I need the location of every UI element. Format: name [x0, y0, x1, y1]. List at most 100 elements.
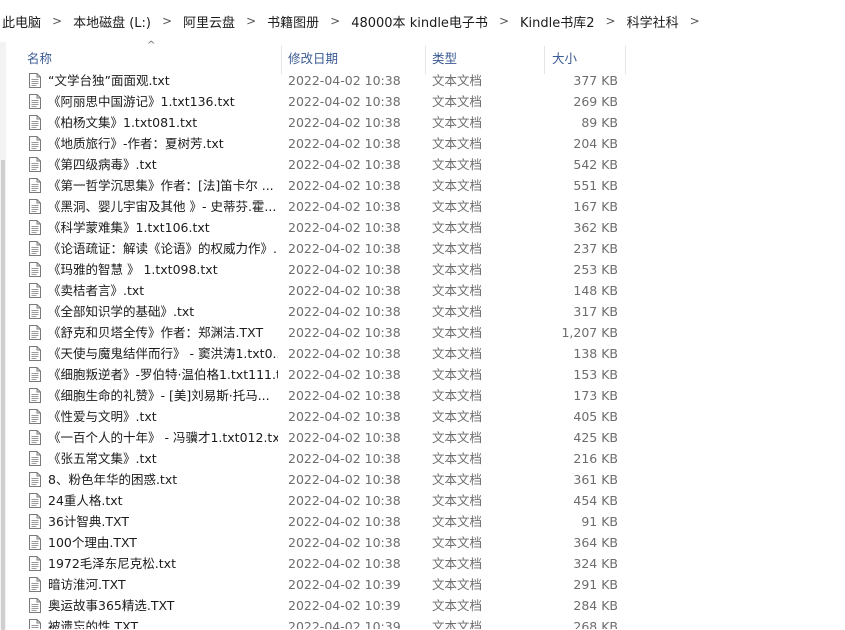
file-name: 《细胞生命的礼赞》- [美]刘易斯·托马... [48, 388, 270, 403]
file-row[interactable]: 《黑洞、婴儿宇宙及其他 》- 史蒂芬.霍... 2022-04-02 10:38 文… [0, 196, 845, 217]
text-file-icon [29, 73, 41, 88]
text-file-icon [29, 220, 41, 235]
text-file-icon [29, 262, 41, 277]
file-modified-date: 2022-04-02 10:38 [288, 367, 401, 382]
text-file-icon [29, 451, 41, 466]
breadcrumb-chevron-icon[interactable]: > [499, 14, 509, 28]
file-row[interactable]: 《天使与魔鬼结伴而行》 - 窦洪涛1.txt0... 2022-04-02 10:… [0, 343, 845, 364]
file-row[interactable]: 36计智典.TXT 2022-04-02 10:38 文本文档 91 KB [0, 511, 845, 532]
file-row[interactable]: 《全部知识学的基础》.txt 2022-04-02 10:38 文本文档 317 KB [0, 301, 845, 322]
file-type: 文本文档 [432, 241, 483, 256]
file-row[interactable]: 《柏杨文集》1.txt081.txt 2022-04-02 10:38 文本文档 89… [0, 112, 845, 133]
file-row[interactable]: 《阿丽思中国游记》1.txt136.txt 2022-04-02 10:38 文本文… [0, 91, 845, 112]
breadcrumb-item[interactable]: 48000本 kindle电子书 [351, 12, 488, 31]
column-header-size[interactable]: 大小 [552, 50, 577, 68]
file-modified-date: 2022-04-02 10:38 [288, 472, 401, 487]
column-header-type[interactable]: 类型 [432, 50, 457, 68]
file-row[interactable]: 《第一哲学沉思集》作者：[法]笛卡尔 ... 2022-04-02 10:38 文本… [0, 175, 845, 196]
file-type: 文本文档 [432, 556, 483, 571]
file-type: 文本文档 [432, 73, 483, 88]
breadcrumb-item[interactable]: 书籍图册 [267, 12, 319, 31]
breadcrumb-item[interactable]: Kindle书库2 [520, 12, 595, 31]
file-name: 《阿丽思中国游记》1.txt136.txt [48, 94, 235, 109]
file-row[interactable]: 《论语疏证：解读《论语》的权威力作》... 2022-04-02 10:38 文本文… [0, 238, 845, 259]
file-name: 《柏杨文集》1.txt081.txt [48, 115, 198, 130]
file-row[interactable]: 《一百个人的十年》 - 冯骥才1.txt012.txt 2022-04-02 10… [0, 427, 845, 448]
breadcrumb-item[interactable]: 科学社科 [627, 12, 679, 31]
column-header-modified[interactable]: 修改日期 [288, 50, 338, 68]
file-row[interactable]: 《第四级病毒》.txt 2022-04-02 10:38 文本文档 542 KB [0, 154, 845, 175]
breadcrumb-chevron-icon[interactable]: > [606, 14, 616, 28]
file-modified-date: 2022-04-02 10:38 [288, 115, 401, 130]
file-type: 文本文档 [432, 283, 483, 298]
file-row[interactable]: 《张五常文集》.txt 2022-04-02 10:38 文本文档 216 KB [0, 448, 845, 469]
breadcrumb-item[interactable]: 此电脑 [2, 12, 41, 31]
file-type: 文本文档 [432, 493, 483, 508]
file-modified-date: 2022-04-02 10:38 [288, 199, 401, 214]
file-size: 361 KB [573, 472, 618, 487]
file-row[interactable]: 被遗忘的性.TXT 2022-04-02 10:39 文本文档 268 KB [0, 616, 845, 629]
file-row[interactable]: 《地质旅行》-作者：夏树芳.txt 2022-04-02 10:38 文本文档 204… [0, 133, 845, 154]
text-file-icon [29, 493, 41, 508]
breadcrumb-item[interactable]: 阿里云盘 [183, 12, 235, 31]
file-row[interactable]: 《科学蒙难集》1.txt106.txt 2022-04-02 10:38 文本文档 3… [0, 217, 845, 238]
file-size: 542 KB [573, 157, 618, 172]
file-type: 文本文档 [432, 94, 483, 109]
file-modified-date: 2022-04-02 10:38 [288, 283, 401, 298]
file-type: 文本文档 [432, 325, 483, 340]
file-name: 《第四级病毒》.txt [48, 157, 157, 172]
file-modified-date: 2022-04-02 10:38 [288, 388, 401, 403]
file-type: 文本文档 [432, 619, 483, 629]
file-size: 324 KB [573, 556, 618, 571]
file-name: 暗访淮河.TXT [48, 577, 126, 592]
file-name: “文学台独”面面观.txt [48, 73, 170, 88]
file-type: 文本文档 [432, 157, 483, 172]
file-modified-date: 2022-04-02 10:38 [288, 514, 401, 529]
file-row[interactable]: 1972毛泽东尼克松.txt 2022-04-02 10:38 文本文档 324 KB [0, 553, 845, 574]
file-row[interactable]: 《玛雅的智慧 》 1.txt098.txt 2022-04-02 10:38 文本文… [0, 259, 845, 280]
file-size: 153 KB [573, 367, 618, 382]
column-header-name[interactable]: 名称 [27, 50, 52, 68]
file-size: 317 KB [573, 304, 618, 319]
breadcrumb-chevron-icon[interactable]: > [52, 14, 62, 28]
file-type: 文本文档 [432, 178, 483, 193]
breadcrumb-chevron-icon[interactable]: > [690, 14, 700, 28]
file-size: 284 KB [573, 598, 618, 613]
file-row[interactable]: 8、粉色年华的困惑.txt 2022-04-02 10:38 文本文档 361 KB [0, 469, 845, 490]
file-name: 《细胞叛逆者》-罗伯特·温伯格1.txt111.txt [48, 367, 278, 382]
file-type: 文本文档 [432, 514, 483, 529]
sort-ascending-icon: ^ [147, 40, 156, 51]
file-type: 文本文档 [432, 262, 483, 277]
file-row[interactable]: 奥运故事365精选.TXT 2022-04-02 10:39 文本文档 284 KB [0, 595, 845, 616]
file-row[interactable]: 《细胞叛逆者》-罗伯特·温伯格1.txt111.txt 2022-04-02 10… [0, 364, 845, 385]
file-name: 36计智典.TXT [48, 514, 129, 529]
file-name: 1972毛泽东尼克松.txt [48, 556, 176, 571]
file-modified-date: 2022-04-02 10:38 [288, 346, 401, 361]
breadcrumb-chevron-icon[interactable]: > [330, 14, 340, 28]
file-name: 100个理由.TXT [48, 535, 137, 550]
file-name: 《性爱与文明》.txt [48, 409, 157, 424]
file-size: 362 KB [573, 220, 618, 235]
file-modified-date: 2022-04-02 10:38 [288, 220, 401, 235]
file-row[interactable]: 《性爱与文明》.txt 2022-04-02 10:38 文本文档 405 KB [0, 406, 845, 427]
file-row[interactable]: 《卖桔者言》.txt 2022-04-02 10:38 文本文档 148 KB [0, 280, 845, 301]
file-row[interactable]: 100个理由.TXT 2022-04-02 10:38 文本文档 364 KB [0, 532, 845, 553]
file-name: 被遗忘的性.TXT [48, 619, 139, 629]
file-row[interactable]: “文学台独”面面观.txt 2022-04-02 10:38 文本文档 377 KB [0, 70, 845, 91]
file-type: 文本文档 [432, 577, 483, 592]
file-row[interactable]: 暗访淮河.TXT 2022-04-02 10:39 文本文档 291 KB [0, 574, 845, 595]
file-name: 《全部知识学的基础》.txt [48, 304, 195, 319]
breadcrumb-chevron-icon[interactable]: > [246, 14, 256, 28]
breadcrumb-item[interactable]: 本地磁盘 (L:) [73, 12, 151, 31]
file-row[interactable]: 《细胞生命的礼赞》- [美]刘易斯·托马... 2022-04-02 10:38 文… [0, 385, 845, 406]
file-name: 《一百个人的十年》 - 冯骥才1.txt012.txt [48, 430, 278, 445]
file-name: 《论语疏证：解读《论语》的权威力作》... [48, 241, 278, 256]
text-file-icon [29, 472, 41, 487]
file-row[interactable]: 《舒克和贝塔全传》作者：郑渊洁.TXT 2022-04-02 10:38 文本文档 1… [0, 322, 845, 343]
file-size: 237 KB [573, 241, 618, 256]
file-row[interactable]: 24重人格.txt 2022-04-02 10:38 文本文档 454 KB [0, 490, 845, 511]
file-modified-date: 2022-04-02 10:38 [288, 94, 401, 109]
file-size: 551 KB [573, 178, 618, 193]
file-name: 24重人格.txt [48, 493, 123, 508]
breadcrumb-chevron-icon[interactable]: > [162, 14, 172, 28]
